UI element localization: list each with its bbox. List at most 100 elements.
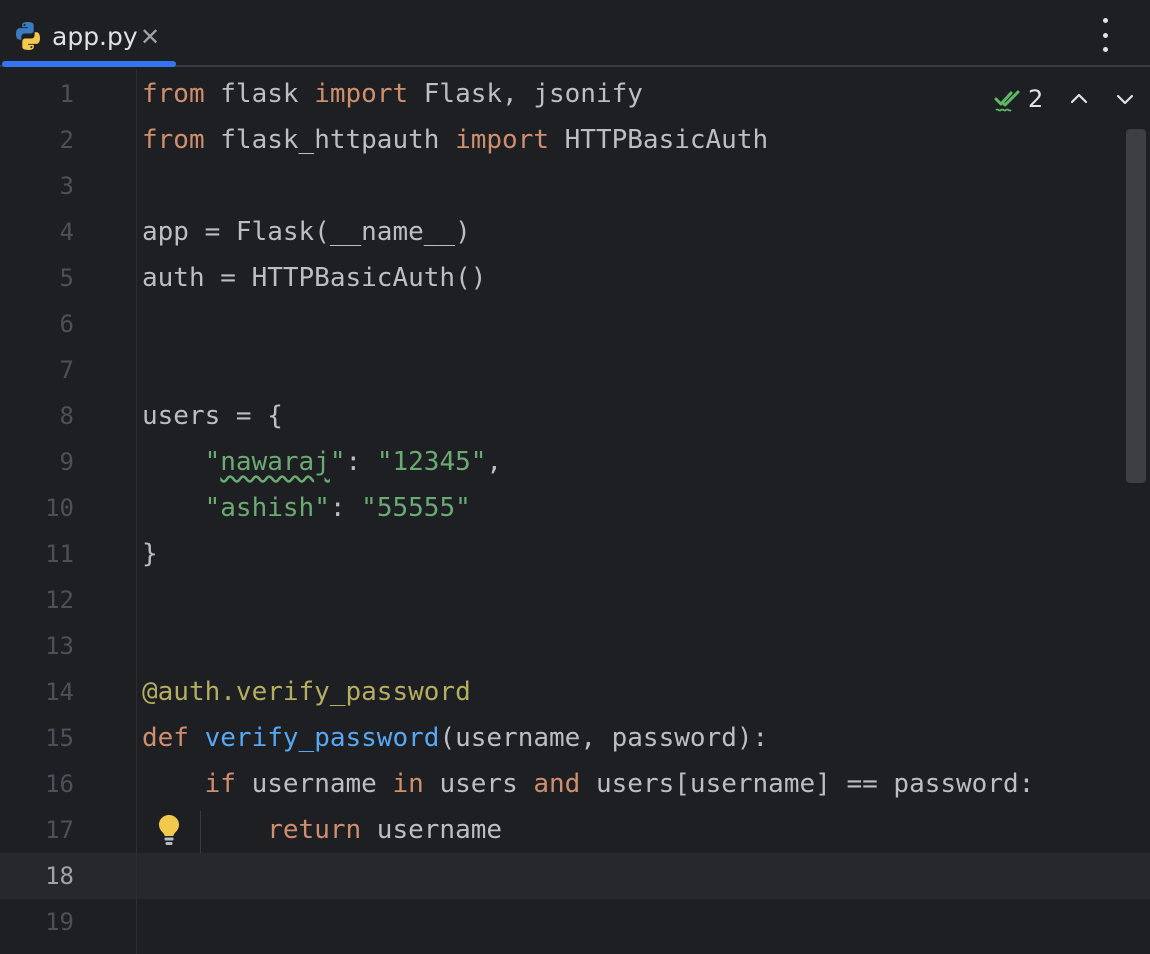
- code-token: HTTPBasicAuth: [549, 125, 769, 155]
- line-number[interactable]: 18: [0, 853, 74, 899]
- inspection-widget[interactable]: 2: [994, 83, 1150, 115]
- code-text: auth = HTTPBasicAuth(): [142, 255, 486, 301]
- code-token: :: [345, 447, 377, 477]
- code-line[interactable]: 5 auth = HTTPBasicAuth(): [0, 255, 1150, 301]
- code-token: from: [142, 79, 205, 109]
- code-token: "55555": [361, 493, 471, 523]
- code-token: in: [392, 769, 424, 799]
- chevron-up-icon[interactable]: [1067, 87, 1091, 111]
- line-number[interactable]: 2: [0, 117, 74, 163]
- line-number[interactable]: 1: [0, 71, 74, 117]
- code-line[interactable]: 14 @auth.verify_password: [0, 669, 1150, 715]
- code-token: import: [455, 125, 549, 155]
- line-number[interactable]: 4: [0, 209, 74, 255]
- code-text: @auth.verify_password: [142, 669, 471, 715]
- code-line[interactable]: 12: [0, 577, 1150, 623]
- code-editor[interactable]: 1 from flask import Flask, jsonify 2 from f…: [0, 69, 1150, 954]
- close-icon[interactable]: ✕: [140, 22, 160, 52]
- more-vertical-icon[interactable]: [1094, 18, 1116, 52]
- code-token: ,: [486, 447, 503, 477]
- code-text: def verify_password(username, password):: [142, 715, 768, 761]
- code-line[interactable]: 15 def verify_password(username, password…: [0, 715, 1150, 761]
- code-line[interactable]: 10 "ashish": "55555": [0, 485, 1150, 531]
- code-token: verify_password: [204, 723, 440, 753]
- indent-guide: [200, 811, 201, 853]
- inspection-count: 2: [1028, 85, 1044, 113]
- code-token: }: [142, 539, 158, 569]
- code-text: return username: [142, 807, 502, 853]
- code-token: (username, password):: [439, 723, 769, 753]
- code-token: from: [142, 125, 205, 155]
- code-line[interactable]: 11}: [0, 531, 1150, 577]
- code-token: username: [235, 769, 393, 799]
- code-token: nawaraj: [220, 447, 330, 477]
- line-number[interactable]: 9: [0, 439, 74, 485]
- line-number[interactable]: 6: [0, 301, 74, 347]
- line-number[interactable]: 19: [0, 899, 74, 945]
- vertical-scrollbar[interactable]: [1126, 129, 1146, 483]
- line-number[interactable]: 17: [0, 807, 74, 853]
- code-token: "12345": [376, 447, 487, 477]
- code-text: "nawaraj": "12345",: [142, 439, 502, 485]
- line-number[interactable]: 12: [0, 577, 74, 623]
- code-line[interactable]: 16 if username in users and users[userna…: [0, 761, 1150, 807]
- line-number[interactable]: 15: [0, 715, 74, 761]
- code-token: users: [423, 769, 534, 799]
- code-token: def: [142, 723, 189, 753]
- code-line[interactable]: 13: [0, 623, 1150, 669]
- code-token: flask_httpauth: [204, 125, 456, 155]
- code-line[interactable]: 9 "nawaraj": "12345",: [0, 439, 1150, 485]
- code-token: ": [204, 447, 221, 477]
- code-token: users[username] == password:: [580, 769, 1035, 799]
- code-line[interactable]: 6: [0, 301, 1150, 347]
- code-line[interactable]: 7: [0, 347, 1150, 393]
- code-token: @auth.verify_password: [142, 677, 471, 707]
- code-text: from flask import Flask, jsonify: [142, 71, 643, 117]
- code-token: username: [361, 815, 503, 845]
- double-check-icon: [994, 90, 1020, 112]
- editor-tab-bar: app.py ✕: [0, 0, 1150, 67]
- line-number[interactable]: 16: [0, 761, 74, 807]
- code-line[interactable]: 19: [0, 899, 1150, 945]
- code-line[interactable]: 1 from flask import Flask, jsonify: [0, 71, 1150, 117]
- code-token: "ashish": [204, 493, 330, 523]
- code-text: from flask_httpauth import HTTPBasicAuth: [142, 117, 768, 163]
- code-token: app = Flask(__name__): [142, 217, 471, 247]
- lightbulb-icon[interactable]: [156, 813, 182, 849]
- python-file-icon: [16, 22, 40, 50]
- code-line[interactable]: 18: [0, 853, 1150, 899]
- code-line[interactable]: 4 app = Flask(__name__): [0, 209, 1150, 255]
- line-number[interactable]: 5: [0, 255, 74, 301]
- line-number[interactable]: 3: [0, 163, 74, 209]
- chevron-down-icon[interactable]: [1113, 87, 1137, 111]
- code-token: return: [267, 815, 362, 845]
- code-token: :: [329, 493, 362, 523]
- code-token: auth = HTTPBasicAuth(): [142, 263, 487, 293]
- line-number[interactable]: 14: [0, 669, 74, 715]
- code-line[interactable]: 3: [0, 163, 1150, 209]
- code-text: app = Flask(__name__): [142, 209, 471, 255]
- code-token: ": [329, 447, 346, 477]
- line-number[interactable]: 10: [0, 485, 74, 531]
- line-number[interactable]: 13: [0, 623, 74, 669]
- tab-app-py[interactable]: app.py ✕: [0, 0, 176, 67]
- line-number[interactable]: 8: [0, 393, 74, 439]
- code-text: "ashish": "55555": [142, 485, 471, 531]
- code-token: import: [314, 79, 409, 109]
- code-text: }: [142, 531, 158, 577]
- tab-label: app.py: [52, 22, 138, 51]
- code-token: and: [533, 769, 581, 799]
- line-number[interactable]: 7: [0, 347, 74, 393]
- code-line[interactable]: 8 users = {: [0, 393, 1150, 439]
- code-token: if: [204, 769, 236, 799]
- line-number[interactable]: 11: [0, 531, 74, 577]
- code-line[interactable]: 2 from flask_httpauth import HTTPBasicAut…: [0, 117, 1150, 163]
- code-text: if username in users and users[username]…: [142, 761, 1035, 807]
- gutter-divider: [136, 69, 137, 954]
- active-tab-indicator: [2, 61, 176, 67]
- code-text: users = {: [142, 393, 283, 439]
